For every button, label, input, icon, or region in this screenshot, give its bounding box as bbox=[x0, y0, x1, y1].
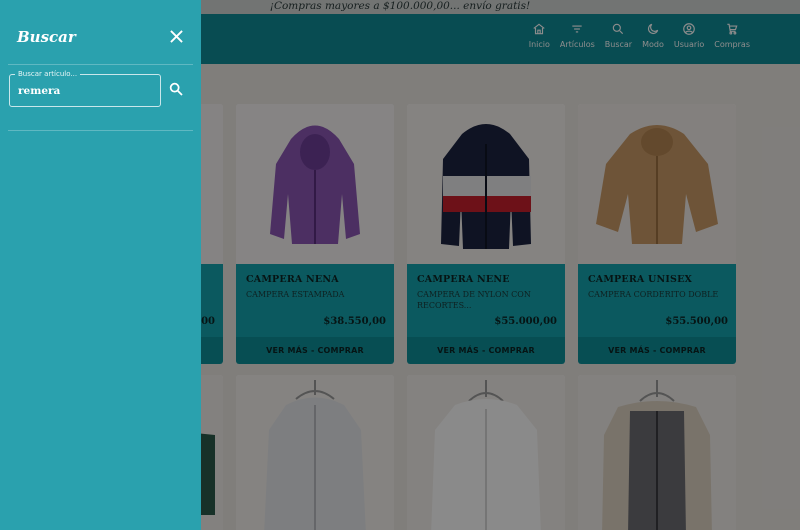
search-input[interactable] bbox=[10, 75, 160, 106]
search-label: Buscar artículo... bbox=[15, 70, 81, 78]
close-icon[interactable] bbox=[170, 30, 183, 43]
drawer-title: Buscar bbox=[17, 28, 76, 46]
divider bbox=[8, 130, 193, 131]
search-drawer: Buscar Buscar artículo... bbox=[0, 0, 201, 530]
divider bbox=[8, 64, 193, 65]
search-icon[interactable] bbox=[168, 81, 184, 97]
search-field[interactable]: Buscar artículo... bbox=[9, 70, 161, 107]
